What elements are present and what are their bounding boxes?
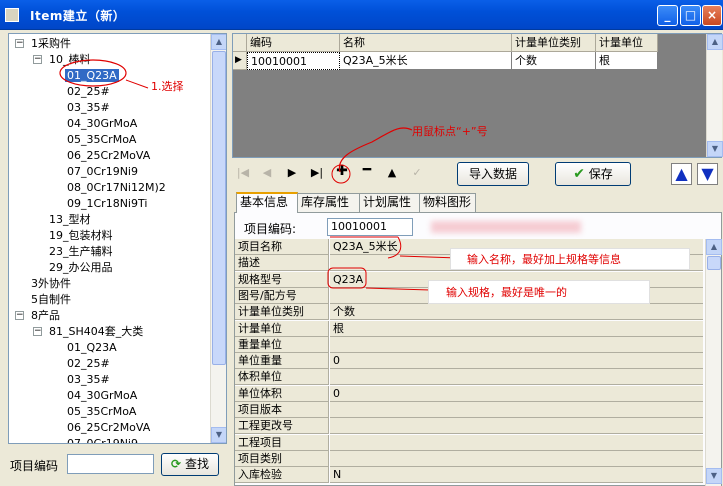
plus-arrow	[338, 127, 413, 173]
select-circle	[59, 59, 127, 87]
spec-pointer	[365, 287, 431, 291]
name-underline	[330, 236, 402, 259]
select-arrow	[125, 79, 149, 89]
select-annotation: 1.选择	[151, 80, 184, 93]
name-hint-annotation: 输入名称，最好加上规格等信息	[467, 253, 621, 266]
annotation-layer	[59, 59, 459, 291]
spec-hint-annotation: 输入规格，最好是唯一的	[446, 286, 567, 299]
plus-circle	[331, 164, 351, 184]
tab-0[interactable]: 基本信息	[236, 192, 298, 213]
click-plus-annotation: 用鼠标点“+”号	[412, 125, 488, 138]
spec-circle	[327, 267, 367, 289]
